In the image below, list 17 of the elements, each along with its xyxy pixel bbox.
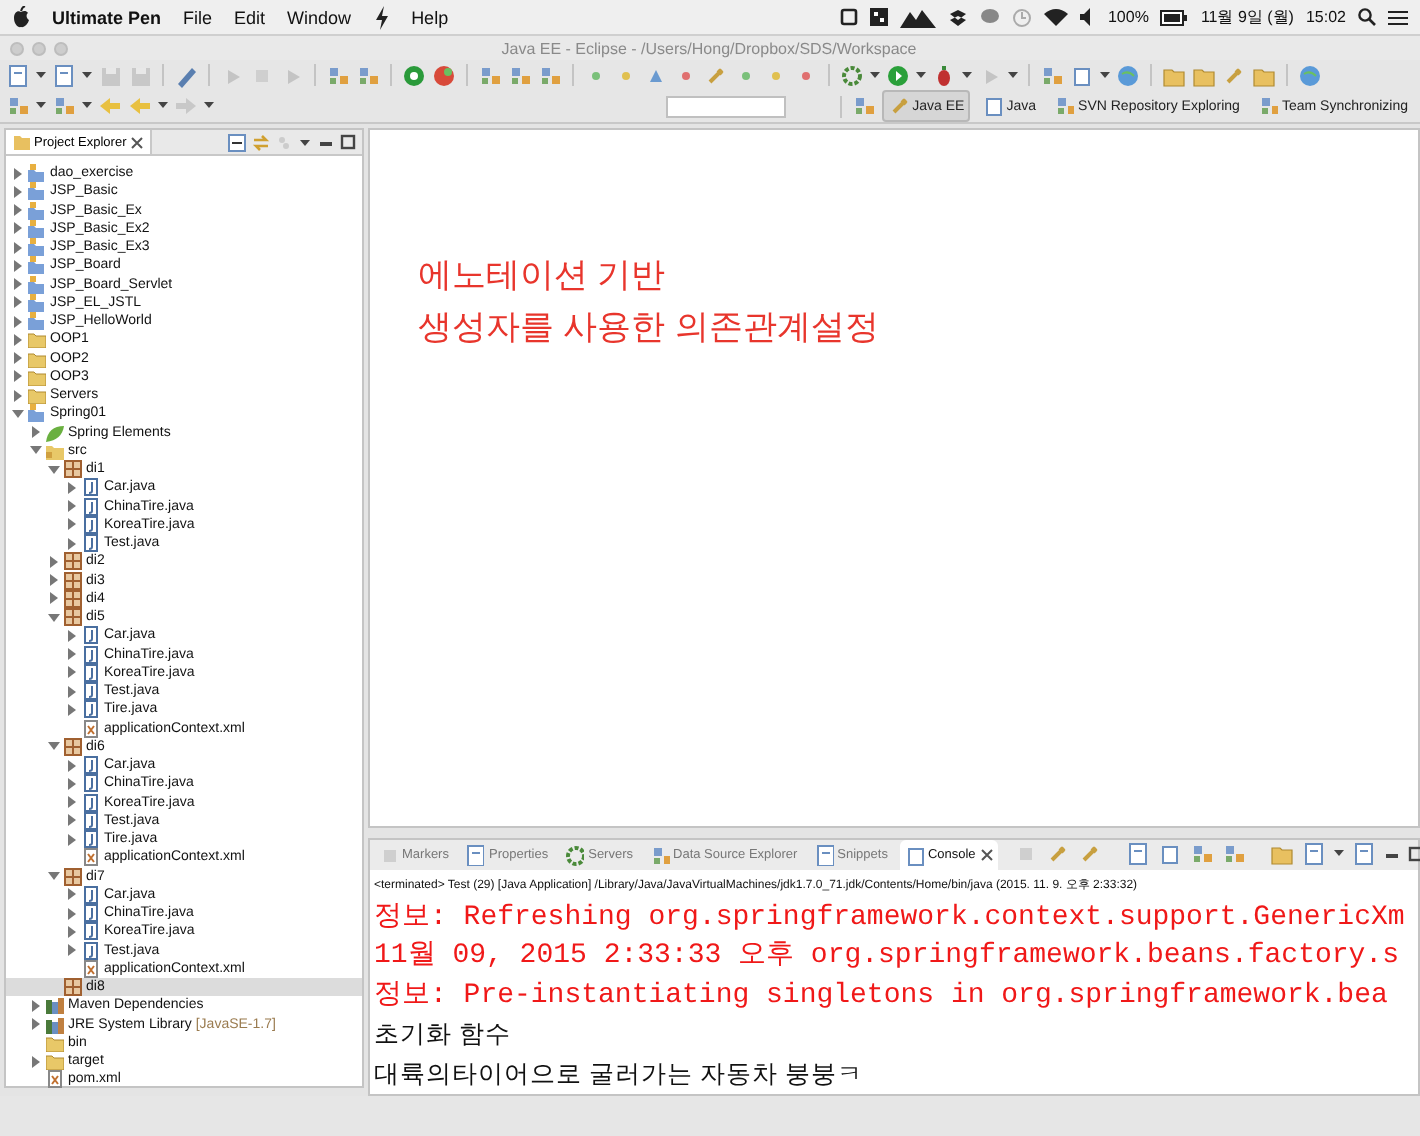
menubar-time[interactable]: 15:02 (1305, 8, 1346, 26)
menubar-date[interactable]: 11월 9일 (월) (1200, 6, 1294, 28)
menu-item[interactable]: Help (411, 7, 449, 27)
menu-item[interactable]: Edit (234, 7, 266, 27)
console-line: 대륙의타이어으로 굴러가는 자동차 붕붕ㅋ (372, 1057, 865, 1091)
editor-area[interactable]: 에노테이션 기반 생성자를 사용한 의존관계설정 (368, 128, 1420, 827)
editor-text: 생성자를 사용한 의존관계설정 (418, 306, 881, 350)
window-title: Java EE - Eclipse - /Users/Hong/Dropbox/SDS/Workspace (499, 39, 919, 57)
console-line: 초기화 함수 (372, 1018, 513, 1052)
menu-item[interactable]: File (183, 7, 213, 27)
console-line: 정보: Refreshing org.springframework.context.support.GenericXm (372, 899, 1407, 937)
menu-item[interactable]: Window (287, 7, 352, 27)
editor-text: 에노테이션 기반 (418, 254, 668, 298)
console-line: 11월 09, 2015 2:33:33 오후 org.springframework.beans.factory.s (372, 938, 1401, 976)
console-line: 정보: Pre-instantiating singletons in org.springframework.bea (372, 977, 1390, 1015)
battery-percent: 100% (1107, 8, 1149, 26)
app-menu[interactable]: Ultimate Pen (52, 7, 162, 27)
